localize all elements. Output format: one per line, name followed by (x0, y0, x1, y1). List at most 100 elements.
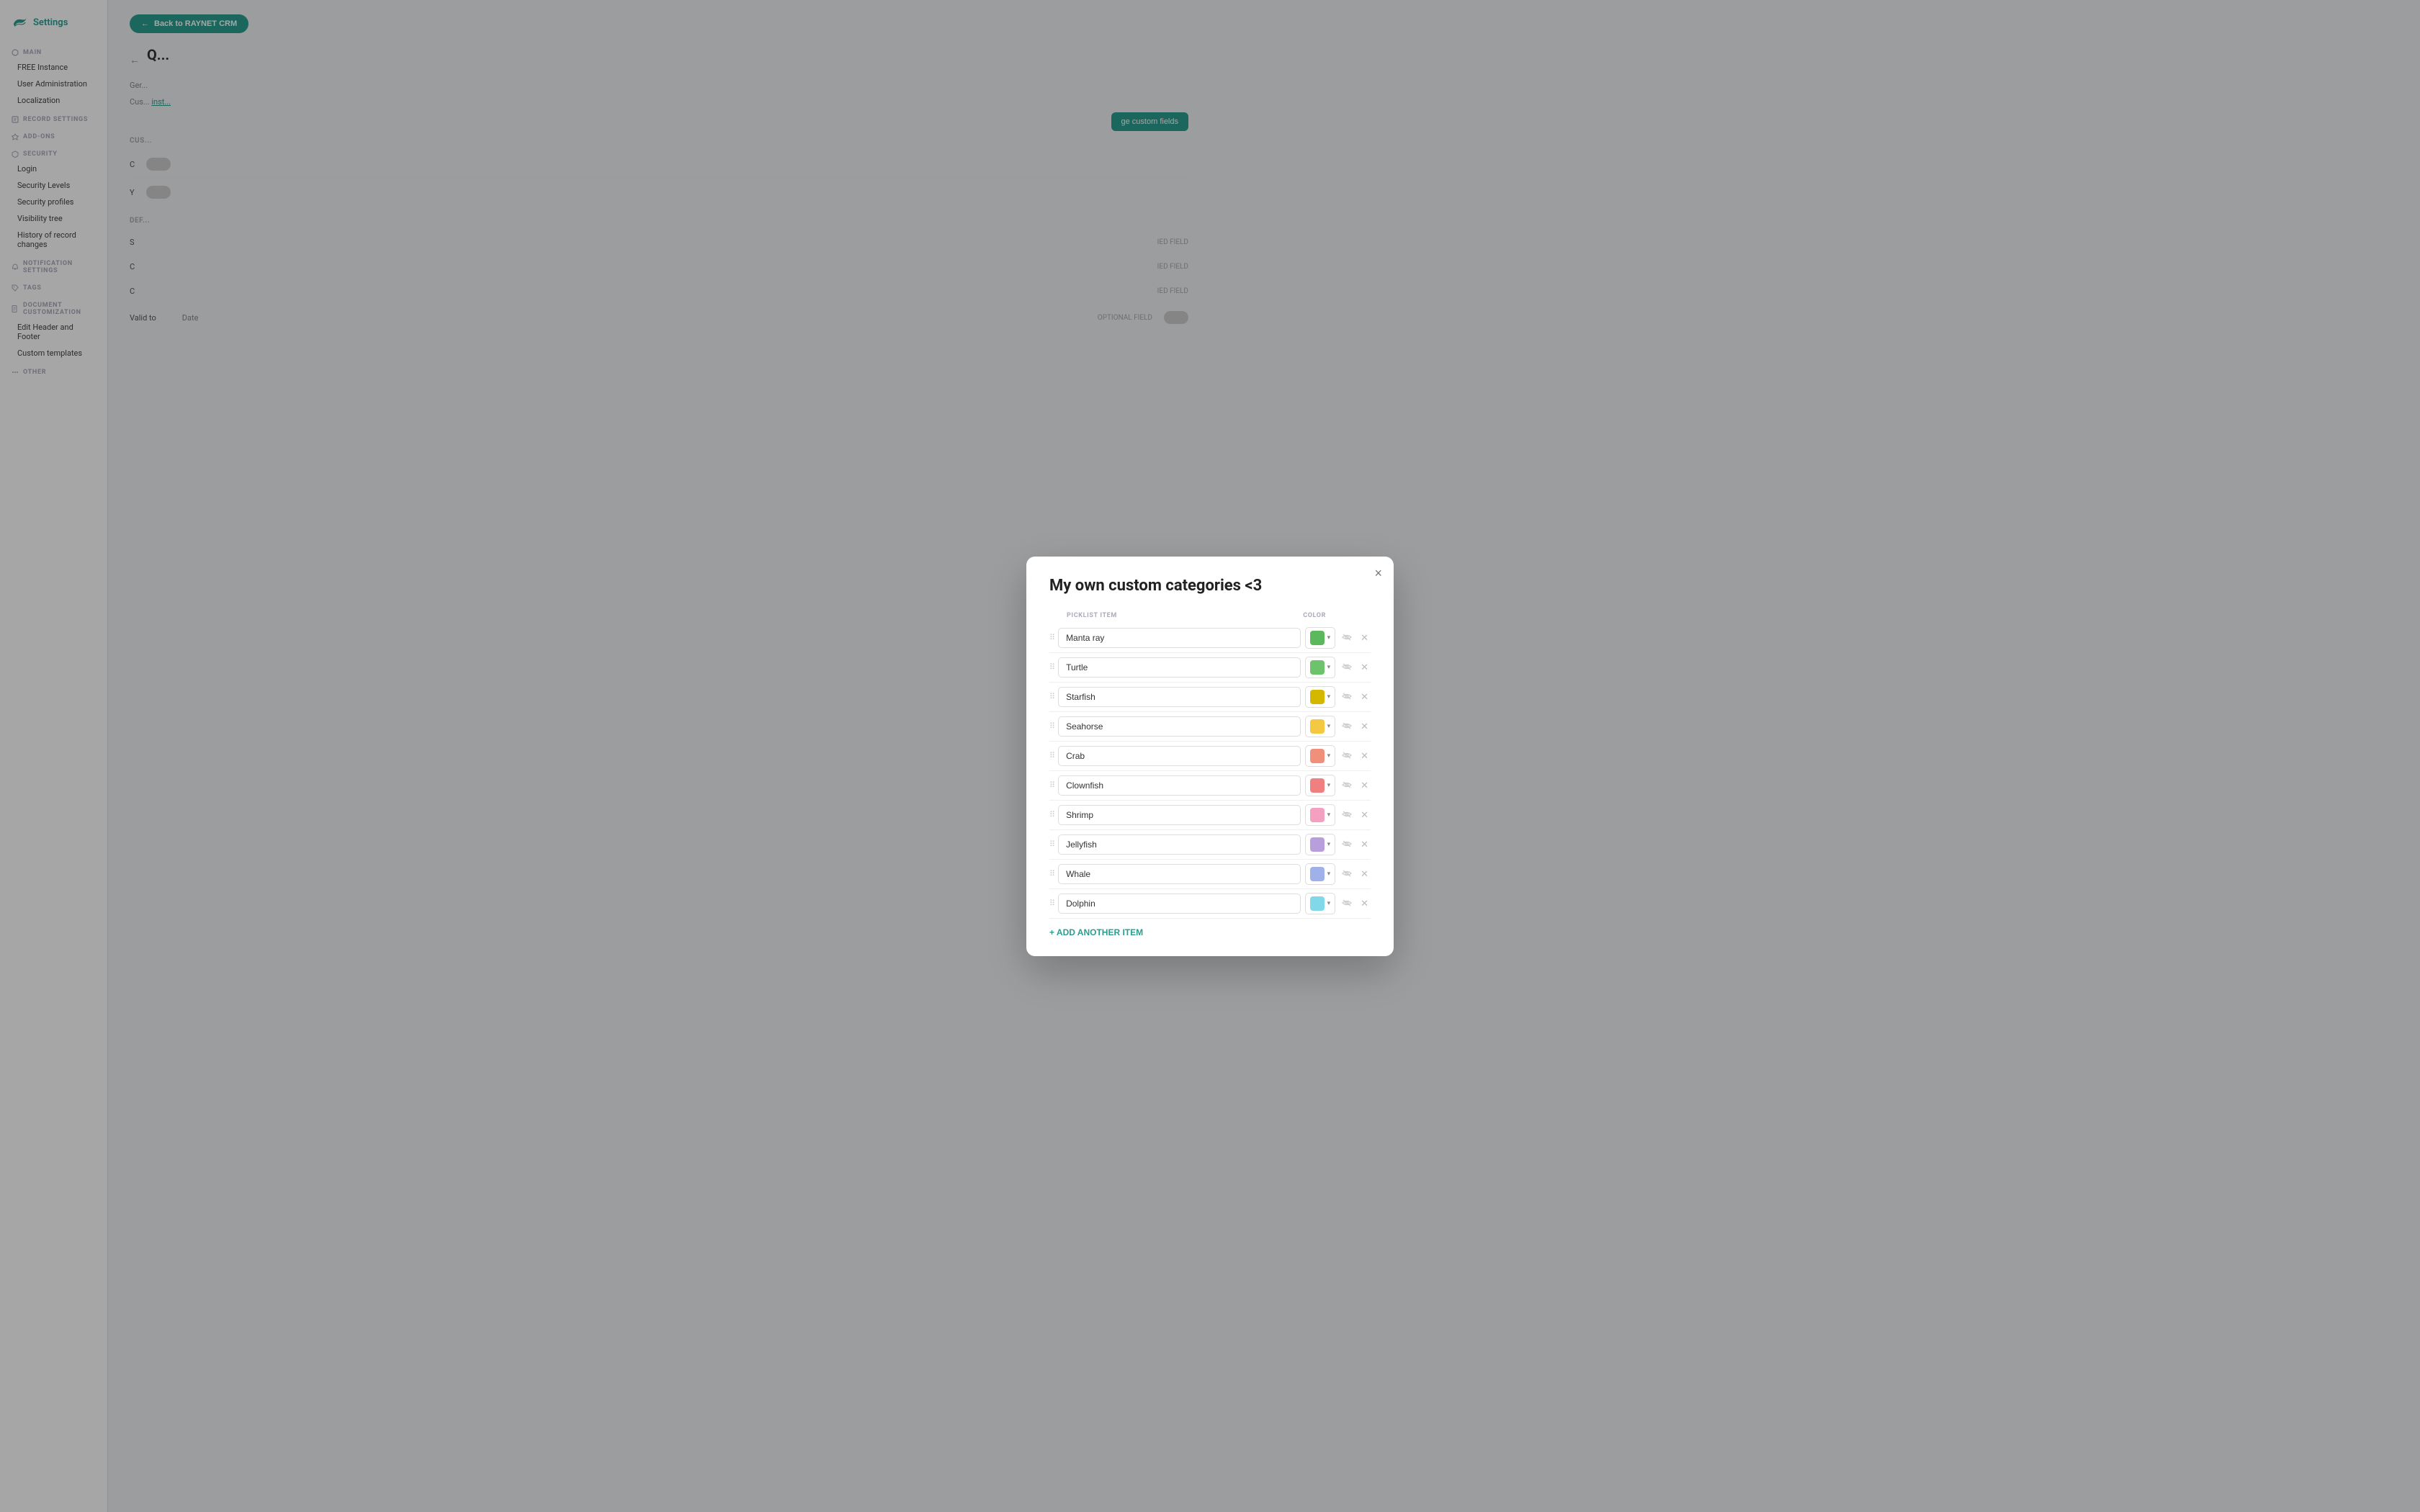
delete-row-button[interactable]: ✕ (1358, 837, 1371, 852)
color-select[interactable]: ▾ (1305, 863, 1336, 885)
chevron-down-icon: ▾ (1327, 811, 1331, 819)
visibility-toggle-button[interactable] (1340, 778, 1354, 792)
chevron-down-icon: ▾ (1327, 634, 1331, 642)
col-header-color: COLOR (1303, 612, 1326, 619)
chevron-down-icon: ▾ (1327, 841, 1331, 848)
color-select[interactable]: ▾ (1305, 686, 1336, 708)
chevron-down-icon: ▾ (1327, 900, 1331, 907)
color-select[interactable]: ▾ (1305, 627, 1336, 649)
modal-overlay: × My own custom categories <3 PICKLIST I… (0, 0, 2420, 1512)
picklist-row: ⠿ ▾ ✕ (1049, 742, 1371, 771)
chevron-down-icon: ▾ (1327, 752, 1331, 760)
color-swatch (1310, 690, 1325, 704)
visibility-toggle-button[interactable] (1340, 837, 1354, 851)
picklist-row: ⠿ ▾ ✕ (1049, 712, 1371, 742)
picklist-row: ⠿ ▾ ✕ (1049, 801, 1371, 830)
picklist-row: ⠿ ▾ ✕ (1049, 771, 1371, 801)
picklist-header: PICKLIST ITEM COLOR (1049, 606, 1371, 624)
drag-handle-icon[interactable]: ⠿ (1049, 869, 1054, 878)
visibility-toggle-button[interactable] (1340, 631, 1354, 644)
modal-title: My own custom categories <3 (1049, 577, 1371, 595)
picklist-row: ⠿ ▾ ✕ (1049, 830, 1371, 860)
delete-row-button[interactable]: ✕ (1358, 896, 1371, 911)
picklist-item-input[interactable] (1058, 864, 1301, 884)
modal-close-button[interactable]: × (1374, 567, 1382, 580)
delete-row-button[interactable]: ✕ (1358, 749, 1371, 763)
visibility-toggle-button[interactable] (1340, 749, 1354, 762)
picklist-rows-container: ⠿ ▾ ✕ ⠿ ▾ (1049, 624, 1371, 919)
visibility-toggle-button[interactable] (1340, 719, 1354, 733)
color-select[interactable]: ▾ (1305, 657, 1336, 678)
picklist-row: ⠿ ▾ ✕ (1049, 889, 1371, 919)
eye-icon (1342, 781, 1352, 788)
eye-icon (1342, 840, 1352, 847)
col-header-item: PICKLIST ITEM (1067, 612, 1297, 619)
visibility-toggle-button[interactable] (1340, 690, 1354, 703)
modal-header: My own custom categories <3 (1026, 557, 1394, 606)
eye-icon (1342, 663, 1352, 670)
drag-handle-icon[interactable]: ⠿ (1049, 780, 1054, 790)
delete-row-button[interactable]: ✕ (1358, 690, 1371, 704)
visibility-toggle-button[interactable] (1340, 660, 1354, 674)
color-swatch (1310, 808, 1325, 822)
eye-icon (1342, 752, 1352, 759)
modal-body: PICKLIST ITEM COLOR ⠿ ▾ ✕ ⠿ (1026, 606, 1394, 956)
modal: × My own custom categories <3 PICKLIST I… (1026, 557, 1394, 956)
color-select[interactable]: ▾ (1305, 716, 1336, 737)
chevron-down-icon: ▾ (1327, 693, 1331, 701)
delete-row-button[interactable]: ✕ (1358, 778, 1371, 793)
delete-row-button[interactable]: ✕ (1358, 631, 1371, 645)
picklist-row: ⠿ ▾ ✕ (1049, 624, 1371, 653)
picklist-item-input[interactable] (1058, 687, 1301, 707)
color-select[interactable]: ▾ (1305, 775, 1336, 796)
visibility-toggle-button[interactable] (1340, 808, 1354, 822)
color-select[interactable]: ▾ (1305, 804, 1336, 826)
drag-handle-icon[interactable]: ⠿ (1049, 810, 1054, 819)
picklist-item-input[interactable] (1058, 746, 1301, 766)
picklist-row: ⠿ ▾ ✕ (1049, 683, 1371, 712)
color-select[interactable]: ▾ (1305, 745, 1336, 767)
picklist-item-input[interactable] (1058, 834, 1301, 855)
eye-icon (1342, 693, 1352, 700)
color-select[interactable]: ▾ (1305, 893, 1336, 914)
color-swatch (1310, 660, 1325, 675)
picklist-row: ⠿ ▾ ✕ (1049, 860, 1371, 889)
picklist-item-input[interactable] (1058, 657, 1301, 678)
delete-row-button[interactable]: ✕ (1358, 660, 1371, 675)
chevron-down-icon: ▾ (1327, 782, 1331, 789)
picklist-item-input[interactable] (1058, 775, 1301, 796)
chevron-down-icon: ▾ (1327, 870, 1331, 878)
drag-handle-icon[interactable]: ⠿ (1049, 751, 1054, 760)
color-select[interactable]: ▾ (1305, 834, 1336, 855)
color-swatch (1310, 778, 1325, 793)
chevron-down-icon: ▾ (1327, 664, 1331, 671)
delete-row-button[interactable]: ✕ (1358, 719, 1371, 734)
drag-handle-icon[interactable]: ⠿ (1049, 840, 1054, 849)
eye-icon (1342, 722, 1352, 729)
color-swatch (1310, 631, 1325, 645)
drag-handle-icon[interactable]: ⠿ (1049, 692, 1054, 701)
color-swatch (1310, 896, 1325, 911)
eye-icon (1342, 870, 1352, 877)
delete-row-button[interactable]: ✕ (1358, 867, 1371, 881)
picklist-item-input[interactable] (1058, 805, 1301, 825)
add-item-button[interactable]: + ADD ANOTHER ITEM (1049, 919, 1143, 942)
delete-row-button[interactable]: ✕ (1358, 808, 1371, 822)
color-swatch (1310, 867, 1325, 881)
picklist-row: ⠿ ▾ ✕ (1049, 653, 1371, 683)
eye-icon (1342, 811, 1352, 818)
visibility-toggle-button[interactable] (1340, 896, 1354, 910)
color-swatch (1310, 837, 1325, 852)
drag-handle-icon[interactable]: ⠿ (1049, 899, 1054, 908)
eye-icon (1342, 634, 1352, 641)
picklist-item-input[interactable] (1058, 628, 1301, 648)
drag-handle-icon[interactable]: ⠿ (1049, 721, 1054, 731)
drag-handle-icon[interactable]: ⠿ (1049, 662, 1054, 672)
drag-handle-icon[interactable]: ⠿ (1049, 633, 1054, 642)
picklist-item-input[interactable] (1058, 894, 1301, 914)
eye-icon (1342, 899, 1352, 906)
visibility-toggle-button[interactable] (1340, 867, 1354, 881)
color-swatch (1310, 749, 1325, 763)
picklist-item-input[interactable] (1058, 716, 1301, 737)
color-swatch (1310, 719, 1325, 734)
